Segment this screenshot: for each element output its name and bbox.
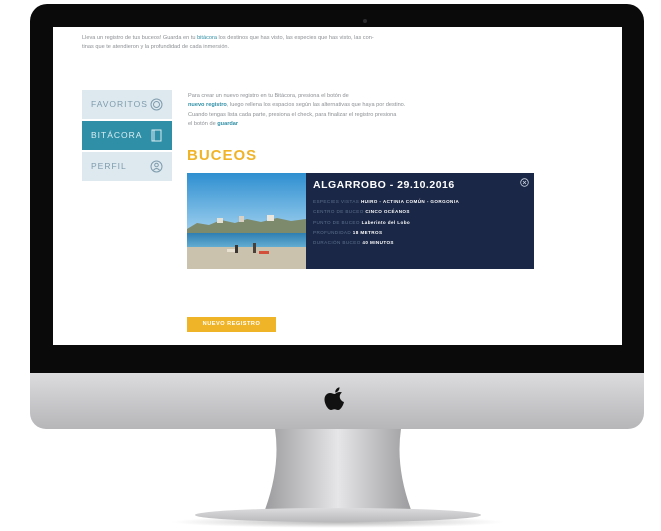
instructions-line: Cuando tengas lista cada parte, presiona…	[188, 111, 397, 118]
sidebar-nav: FAVORITOS BITÁCORA PERFIL	[82, 90, 172, 183]
dive-detail-value: HUIRO - ACTINIA COMÚN - GORGONIA	[360, 199, 460, 204]
dive-detail-value: 18 METROS	[352, 229, 383, 235]
dive-detail-value: Laberinto del Lobo	[361, 219, 411, 225]
logbook-icon	[151, 129, 162, 142]
sidebar-item-favoritos[interactable]: FAVORITOS	[82, 90, 172, 119]
sidebar-item-label: FAVORITOS	[91, 99, 148, 109]
save-link[interactable]: guardar	[217, 121, 238, 127]
dive-card[interactable]: ALGARROBO - 29.10.2016 ESPECIES VISTAS H…	[187, 173, 534, 269]
sidebar-item-bitacora[interactable]: BITÁCORA	[82, 121, 172, 150]
favorites-icon	[150, 98, 163, 111]
apple-logo-icon	[324, 387, 344, 410]
sidebar-item-label: PERFIL	[91, 161, 127, 171]
intro-text-part: los destinos que has visto, las especies…	[216, 35, 374, 41]
close-icon[interactable]	[520, 178, 529, 187]
instructions-line: , luego rellena los espacios según las a…	[226, 102, 406, 109]
profile-icon	[150, 160, 163, 173]
logbook-link[interactable]: bitácora	[197, 35, 217, 41]
dive-detail-row: PROFUNDIDAD 18 METROS	[313, 228, 529, 238]
dive-detail-value: CINCO OCÉANOS	[365, 209, 410, 215]
intro-text-part: Lleva un registro de tus buceos! Guarda …	[82, 35, 198, 41]
monitor-base	[195, 508, 481, 522]
dive-detail-label: ESPECIES VISTAS	[313, 199, 360, 204]
instructions-text: Para crear un nuevo registro en tu Bitác…	[188, 92, 473, 130]
new-entry-link[interactable]: nuevo registro	[188, 102, 227, 108]
dive-detail-label: PROFUNDIDAD	[313, 229, 352, 235]
dive-title: ALGARROBO - 29.10.2016	[313, 179, 455, 191]
camera-dot	[363, 19, 367, 23]
dive-detail-label: DURACIÓN BUCEO	[313, 240, 361, 246]
dive-detail-row: ESPECIES VISTAS HUIRO - ACTINIA COMÚN - …	[313, 197, 529, 207]
dive-detail-value: 40 MINUTOS	[362, 240, 394, 246]
intro-text-line2: tinas que te atendieron y la profundidad…	[82, 44, 230, 50]
dive-detail-row: PUNTO DE BUCEO Laberinto del Lobo	[313, 218, 529, 228]
dive-detail-label: PUNTO DE BUCEO	[313, 219, 360, 225]
intro-text: Lleva un registro de tus buceos! Guarda …	[82, 34, 557, 52]
instructions-line: Para crear un nuevo registro en tu Bitác…	[188, 93, 349, 99]
dive-photo	[187, 173, 306, 269]
dive-details: ALGARROBO - 29.10.2016 ESPECIES VISTAS H…	[313, 179, 529, 248]
new-entry-button[interactable]: NUEVO REGISTRO	[187, 317, 276, 332]
dive-detail-label: CENTRO DE BUCEO	[313, 209, 364, 215]
instructions-line: el botón de	[188, 121, 218, 128]
screen: Lleva un registro de tus buceos! Guarda …	[53, 27, 622, 345]
dive-detail-row: DURACIÓN BUCEO 40 MINUTOS	[313, 238, 529, 248]
section-title: BUCEOS	[187, 147, 258, 164]
monitor-stand	[263, 429, 413, 515]
sidebar-item-perfil[interactable]: PERFIL	[82, 152, 172, 181]
sidebar-item-label: BITÁCORA	[91, 130, 143, 140]
dive-detail-row: CENTRO DE BUCEO CINCO OCÉANOS	[313, 207, 529, 217]
